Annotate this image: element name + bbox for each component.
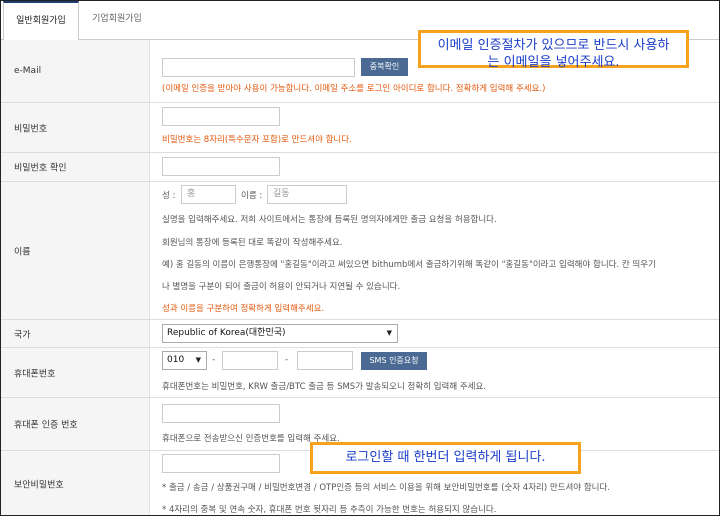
phone-auth-label-cell: 휴대폰 인증 번호 — [1, 398, 150, 450]
name-note-4: 나 별명을 구분이 되어 출금이 허용이 안되거나 지연될 수 있습니다. — [162, 282, 401, 292]
phone-last-input[interactable] — [297, 351, 353, 370]
last-name-label: 성 : — [162, 191, 176, 201]
phone-prefix-value: 010 — [167, 355, 185, 365]
password-note: 비밀번호는 8자리(특수문자 포함)로 만드셔야 합니다. — [162, 135, 352, 145]
phone-prefix-select[interactable]: 010 ▼ — [162, 351, 207, 370]
email-guide-callout: 이메일 인증절차가 있으므로 반드시 사용하 는 이메일을 넣어주세요. — [418, 30, 689, 70]
password-confirm-label-cell: 비밀번호 확인 — [1, 153, 150, 181]
last-name-input[interactable]: 홍 — [181, 185, 236, 204]
phone-row: 휴대폰번호 010 ▼ - - SMS 인증요청 휴대폰번호는 비밀번호, KR… — [1, 348, 719, 398]
country-label: 국가 — [14, 330, 31, 340]
country-row: 국가 Republic of Korea(대한민국) ▼ — [1, 320, 719, 348]
country-select-value: Republic of Korea(대한민국) — [167, 328, 286, 338]
email-label: e-Mail — [14, 66, 42, 76]
login-guide-callout: 로그인할 때 한번더 입력하게 됩니다. — [310, 442, 581, 474]
chevron-down-icon: ▼ — [386, 329, 392, 337]
password-row: 비밀번호 비밀번호는 8자리(특수문자 포함)로 만드셔야 합니다. — [1, 103, 719, 153]
signup-form-frame: 일반회원가입 기업회원가입 e-Mail 중복확인 (이메일 인증을 받아야 사… — [0, 0, 720, 516]
name-note-3: 예) 홍 길동의 이름이 은행통장에 "홍길동"이라고 써있으면 bithumb… — [162, 260, 656, 270]
password-confirm-row: 비밀번호 확인 — [1, 153, 719, 182]
email-guide-line-1: 이메일 인증절차가 있으므로 반드시 사용하 — [437, 38, 670, 53]
phone-middle-input[interactable] — [222, 351, 278, 370]
phone-label-cell: 휴대폰번호 — [1, 348, 150, 397]
phone-auth-label: 휴대폰 인증 번호 — [14, 420, 78, 431]
security-password-label: 보안비밀번호 — [14, 480, 64, 491]
duplicate-check-button[interactable]: 중복확인 — [361, 58, 408, 76]
name-label-cell: 이름 — [1, 182, 150, 319]
name-label: 이름 — [14, 247, 31, 257]
country-select[interactable]: Republic of Korea(대한민국) ▼ — [162, 324, 398, 343]
country-label-cell: 국가 — [1, 320, 150, 347]
tab-personal-signup[interactable]: 일반회원가입 — [3, 1, 79, 40]
phone-label: 휴대폰번호 — [14, 369, 56, 379]
security-password-note-2: * 4자리의 중복 및 연속 숫자, 휴대폰 번호 뒷자리 등 추측이 가능한 … — [162, 505, 497, 515]
email-label-cell: e-Mail — [1, 40, 150, 102]
first-name-input[interactable]: 길동 — [267, 185, 347, 204]
name-note-2: 회원님의 통장에 등록된 대로 똑같이 작성해주세요. — [162, 238, 343, 248]
sms-auth-request-button[interactable]: SMS 인증요청 — [361, 352, 427, 370]
email-input[interactable] — [162, 58, 355, 77]
password-label: 비밀번호 — [14, 124, 48, 134]
phone-note: 휴대폰번호는 비밀번호, KRW 출금/BTC 출금 등 SMS가 발송되오니 … — [162, 382, 487, 392]
phone-auth-input[interactable] — [162, 404, 280, 423]
security-password-note-1: * 출금 / 송금 / 상품권구매 / 비밀번호변경 / OTP인증 등의 서비… — [162, 483, 610, 493]
phone-dash-1: - — [212, 355, 216, 365]
password-confirm-label: 비밀번호 확인 — [14, 163, 67, 174]
email-note: (이메일 인증을 받아야 사용이 가능합니다. 이메일 주소를 로그인 아이디로… — [162, 84, 546, 94]
password-input[interactable] — [162, 107, 280, 126]
tab-business-signup[interactable]: 기업회원가입 — [81, 1, 153, 39]
name-note-5: 성과 이름을 구분하여 정확하게 입력해주세요. — [162, 304, 325, 314]
name-row: 이름 성 : 홍 이름 : 길동 실명을 입력해주세요. 저희 사이트에서는 통… — [1, 182, 719, 320]
password-confirm-input[interactable] — [162, 157, 280, 176]
password-label-cell: 비밀번호 — [1, 103, 150, 152]
chevron-down-icon: ▼ — [195, 356, 201, 364]
name-note-1: 실명을 입력해주세요. 저희 사이트에서는 통장에 등록된 명의자에게만 출금 … — [162, 215, 497, 225]
security-password-input[interactable] — [162, 454, 280, 473]
security-password-label-cell: 보안비밀번호 — [1, 451, 150, 515]
phone-dash-2: - — [285, 355, 289, 365]
first-name-label: 이름 : — [241, 191, 263, 201]
email-guide-line-2: 는 이메일을 넣어주세요. — [487, 55, 620, 70]
